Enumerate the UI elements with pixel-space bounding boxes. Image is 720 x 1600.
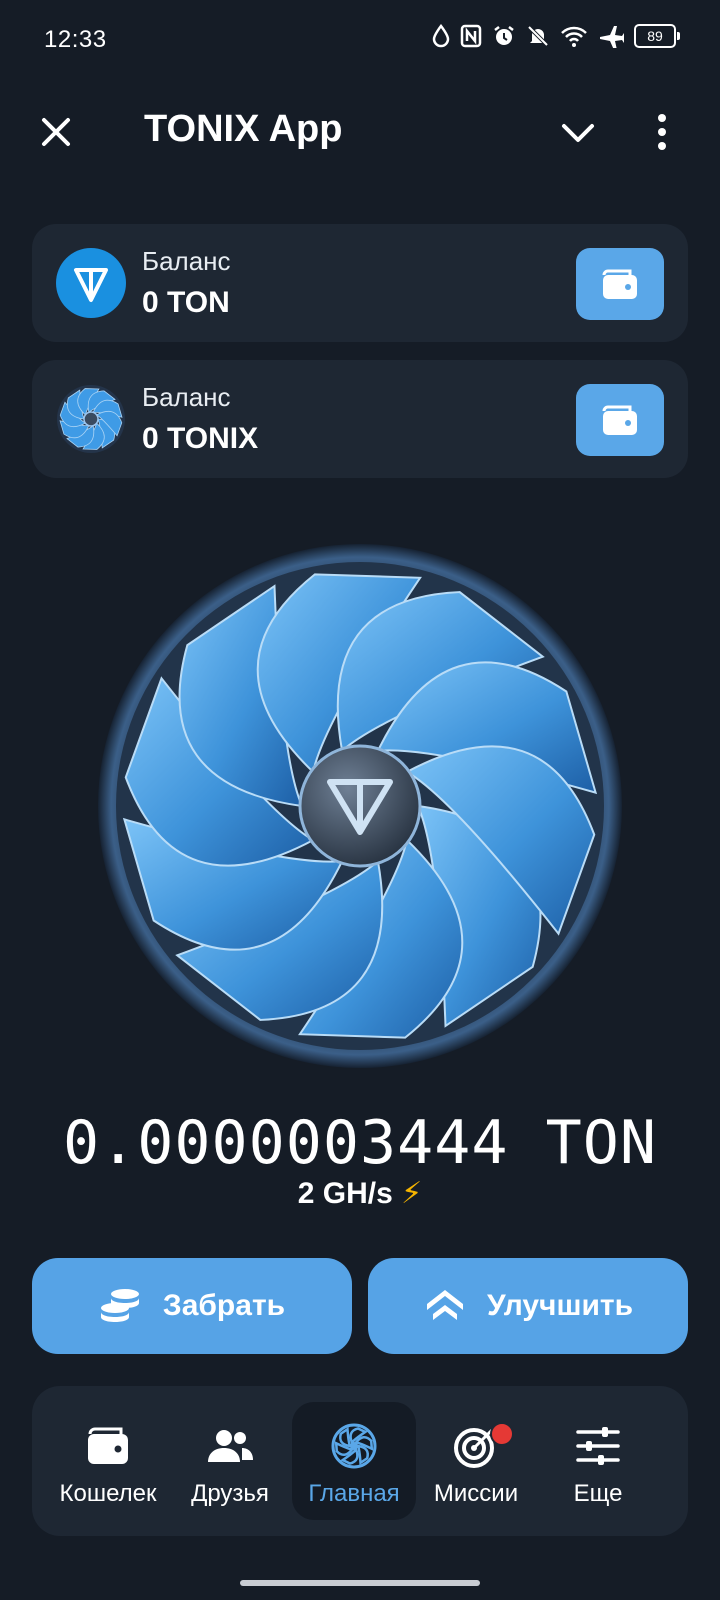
sliders-icon: [576, 1427, 620, 1465]
status-bar: 12:33 89: [0, 0, 720, 84]
mining-counter: 0.0000003444 TON: [63, 1108, 657, 1178]
app-title: TONIX App: [144, 108, 343, 150]
mute-bell-icon: [527, 25, 549, 47]
nfc-icon: [460, 24, 482, 48]
chevron-down-icon: [562, 124, 594, 142]
wallet-icon: [602, 405, 637, 435]
balance-label: Баланс: [142, 382, 231, 412]
friends-icon: [208, 1430, 253, 1462]
fan-icon: [331, 1423, 377, 1469]
missions-badge: [490, 1422, 514, 1446]
alarm-icon: [494, 26, 514, 45]
more-vertical-icon: [658, 114, 666, 150]
wallet-icon: [88, 1427, 128, 1464]
close-icon: [42, 118, 70, 146]
upgrade-arrows-icon: [426, 1290, 463, 1320]
nav-label-missions: Миссии: [433, 1480, 519, 1507]
tonix-fan-icon: [56, 384, 126, 454]
balance-label: Баланс: [142, 246, 231, 276]
tonix-wallet-button[interactable]: [576, 384, 664, 456]
water-drop-icon: [432, 24, 450, 48]
upgrade-button[interactable]: Улучшить: [368, 1258, 688, 1354]
app-bar: TONIX App: [0, 84, 720, 174]
nav-item-more[interactable]: Еще: [536, 1402, 660, 1520]
nav-label-friends: Друзья: [191, 1480, 269, 1507]
collapse-button[interactable]: [558, 114, 598, 154]
nav-item-missions[interactable]: Миссии: [414, 1402, 538, 1520]
home-indicator[interactable]: [240, 1580, 480, 1586]
wallet-icon: [602, 269, 637, 299]
mining-fan-button[interactable]: [96, 542, 624, 1070]
ton-balance-card: Баланс 0 TON: [32, 224, 688, 342]
nav-label-more: Еще: [573, 1480, 623, 1507]
nav-item-home[interactable]: Главная: [292, 1402, 416, 1520]
fan-image: [98, 544, 622, 1068]
nav-label-home: Главная: [308, 1480, 400, 1507]
more-menu-button[interactable]: [652, 110, 672, 154]
claim-button[interactable]: Забрать: [32, 1258, 352, 1354]
tonix-balance-value: 0 TONIX: [142, 422, 259, 455]
hash-rate-value: 2 GH/s: [297, 1177, 393, 1210]
tonix-balance-card: Баланс 0 TONIX: [32, 360, 688, 478]
ton-wallet-button[interactable]: [576, 248, 664, 320]
nav-label-wallet: Кошелек: [59, 1480, 157, 1507]
bottom-nav: Кошелек Друзья Главная Миссии Еще: [32, 1386, 688, 1536]
hash-rate: 2 GH/s ⚡: [0, 1176, 720, 1211]
status-icons: 89: [432, 24, 680, 48]
ton-balance-value: 0 TON: [142, 286, 230, 319]
airplane-icon: [600, 26, 624, 48]
nav-item-friends[interactable]: Друзья: [168, 1402, 292, 1520]
close-button[interactable]: [36, 112, 76, 152]
ton-logo-icon: [56, 248, 126, 318]
coins-stack-icon: [100, 1289, 139, 1322]
fan-blade: [355, 1444, 369, 1466]
upgrade-label: Улучшить: [486, 1289, 634, 1322]
nav-item-wallet[interactable]: Кошелек: [46, 1402, 170, 1520]
wifi-icon: [561, 26, 587, 47]
battery-icon: 89: [634, 24, 680, 48]
status-time: 12:33: [44, 26, 107, 53]
claim-label: Забрать: [162, 1289, 286, 1322]
fan-blade: [339, 1426, 353, 1448]
lightning-icon: ⚡: [401, 1177, 423, 1210]
